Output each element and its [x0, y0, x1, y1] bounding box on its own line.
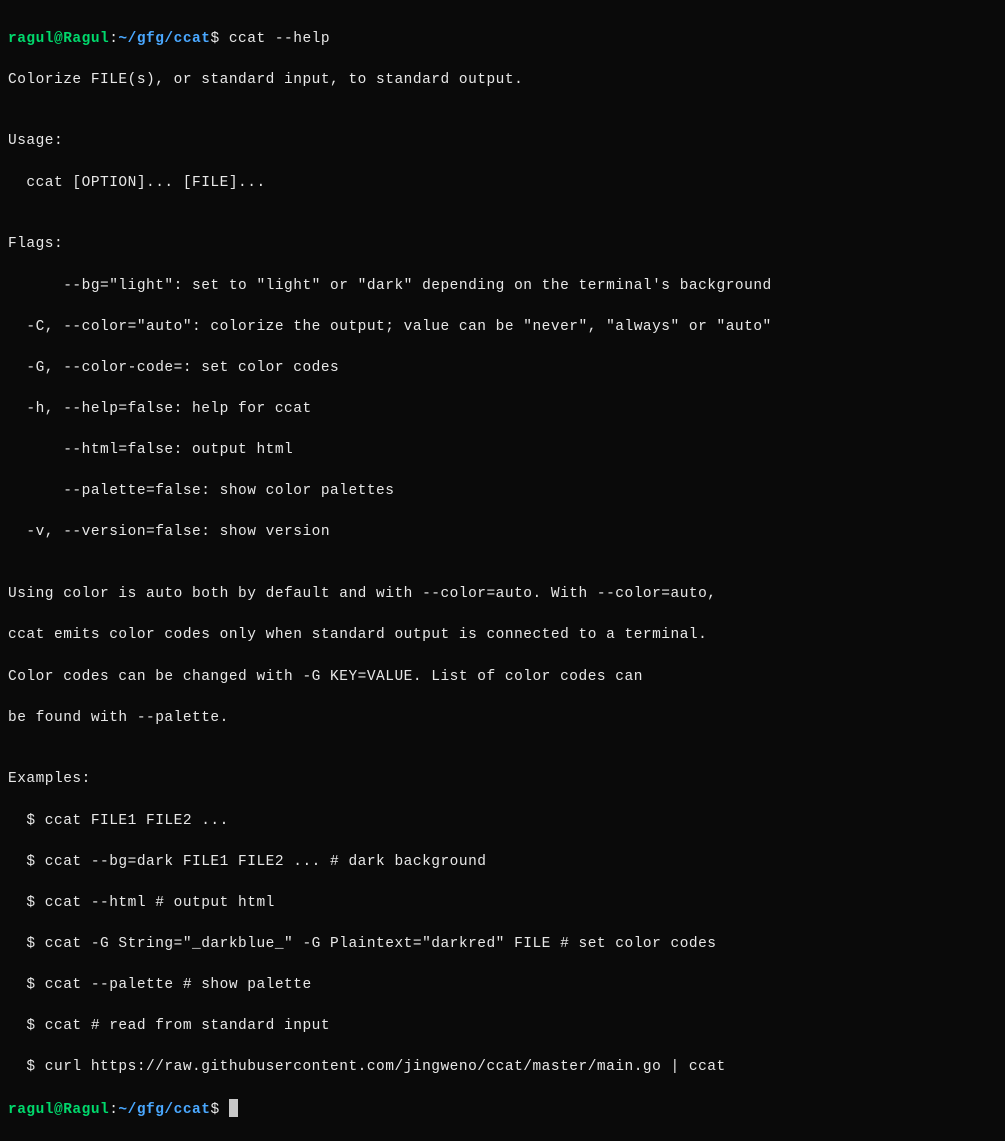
output-line: $ ccat -G String="_darkblue_" -G Plainte…: [8, 934, 997, 955]
prompt-dollar: $: [210, 1102, 228, 1118]
output-line: --html=false: output html: [8, 440, 997, 461]
output-line: -G, --color-code=: set color codes: [8, 358, 997, 379]
output-line: $ curl https://raw.githubusercontent.com…: [8, 1057, 997, 1078]
output-line: $ ccat --html # output html: [8, 893, 997, 914]
output-line: $ ccat # read from standard input: [8, 1016, 997, 1037]
output-line: --bg="light": set to "light" or "dark" d…: [8, 276, 997, 297]
prompt-path: ~/gfg/ccat: [118, 1102, 210, 1118]
output-line: -h, --help=false: help for ccat: [8, 399, 997, 420]
prompt-path: ~/gfg/ccat: [118, 31, 210, 47]
output-line: Usage:: [8, 131, 997, 152]
output-line: $ ccat --bg=dark FILE1 FILE2 ... # dark …: [8, 852, 997, 873]
output-line: -C, --color="auto": colorize the output;…: [8, 317, 997, 338]
output-line: Flags:: [8, 234, 997, 255]
output-line: Colorize FILE(s), or standard input, to …: [8, 70, 997, 91]
prompt-line-2: ragul@Ragul:~/gfg/ccat$: [8, 1099, 997, 1121]
prompt-colon: :: [109, 1102, 118, 1118]
terminal[interactable]: ragul@Ragul:~/gfg/ccat$ ccat --help Colo…: [8, 8, 997, 1141]
output-line: be found with --palette.: [8, 708, 997, 729]
output-line: -v, --version=false: show version: [8, 522, 997, 543]
output-line: ccat emits color codes only when standar…: [8, 625, 997, 646]
cursor-icon[interactable]: [229, 1099, 238, 1117]
prompt-line-1: ragul@Ragul:~/gfg/ccat$ ccat --help: [8, 29, 997, 50]
output-line: Color codes can be changed with -G KEY=V…: [8, 667, 997, 688]
prompt-user: ragul@Ragul: [8, 31, 109, 47]
output-line: Examples:: [8, 769, 997, 790]
output-line: ccat [OPTION]... [FILE]...: [8, 173, 997, 194]
prompt-user: ragul@Ragul: [8, 1102, 109, 1118]
output-line: --palette=false: show color palettes: [8, 481, 997, 502]
prompt-dollar: $: [210, 31, 228, 47]
output-line: $ ccat --palette # show palette: [8, 975, 997, 996]
output-line: Using color is auto both by default and …: [8, 584, 997, 605]
command-text: ccat --help: [229, 31, 330, 47]
output-line: $ ccat FILE1 FILE2 ...: [8, 811, 997, 832]
